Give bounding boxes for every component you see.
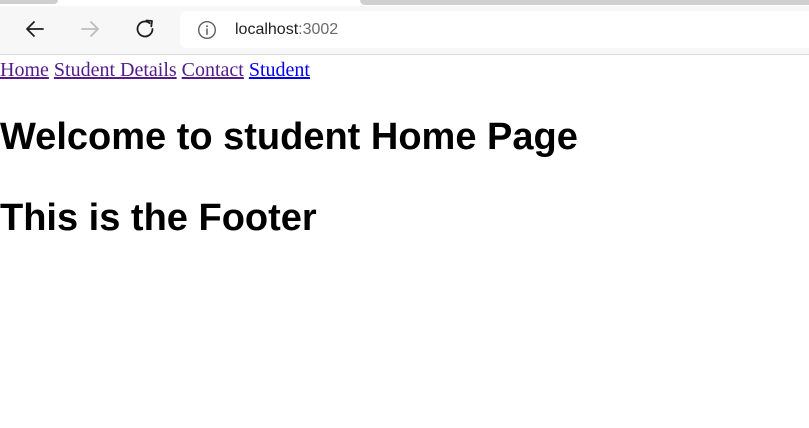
page-content: Home Student Details Contact Student Wel… bbox=[0, 55, 809, 428]
nav-link-contact[interactable]: Contact bbox=[182, 59, 244, 81]
url-port: :3002 bbox=[298, 21, 339, 38]
page-title: Welcome to student Home Page bbox=[0, 116, 578, 158]
address-bar[interactable]: localhost:3002 bbox=[180, 11, 809, 48]
info-icon[interactable] bbox=[197, 20, 217, 40]
back-button[interactable] bbox=[18, 12, 52, 46]
forward-button[interactable] bbox=[73, 12, 107, 46]
inactive-tab-right[interactable] bbox=[360, 0, 809, 5]
reload-button[interactable] bbox=[128, 12, 162, 46]
reload-icon bbox=[136, 19, 154, 38]
footer-heading: This is the Footer bbox=[0, 197, 317, 239]
url-text[interactable]: localhost:3002 bbox=[235, 11, 338, 48]
arrow-left-icon bbox=[26, 21, 44, 37]
inactive-tab-left[interactable] bbox=[0, 0, 58, 4]
arrow-right-icon bbox=[81, 21, 99, 37]
browser-toolbar: localhost:3002 bbox=[0, 6, 809, 55]
nav-link-student[interactable]: Student bbox=[249, 59, 310, 81]
nav-links: Home Student Details Contact Student bbox=[0, 59, 310, 81]
nav-link-student-details[interactable]: Student Details bbox=[54, 59, 177, 81]
nav-link-home[interactable]: Home bbox=[0, 59, 49, 81]
url-host: localhost bbox=[235, 21, 299, 38]
